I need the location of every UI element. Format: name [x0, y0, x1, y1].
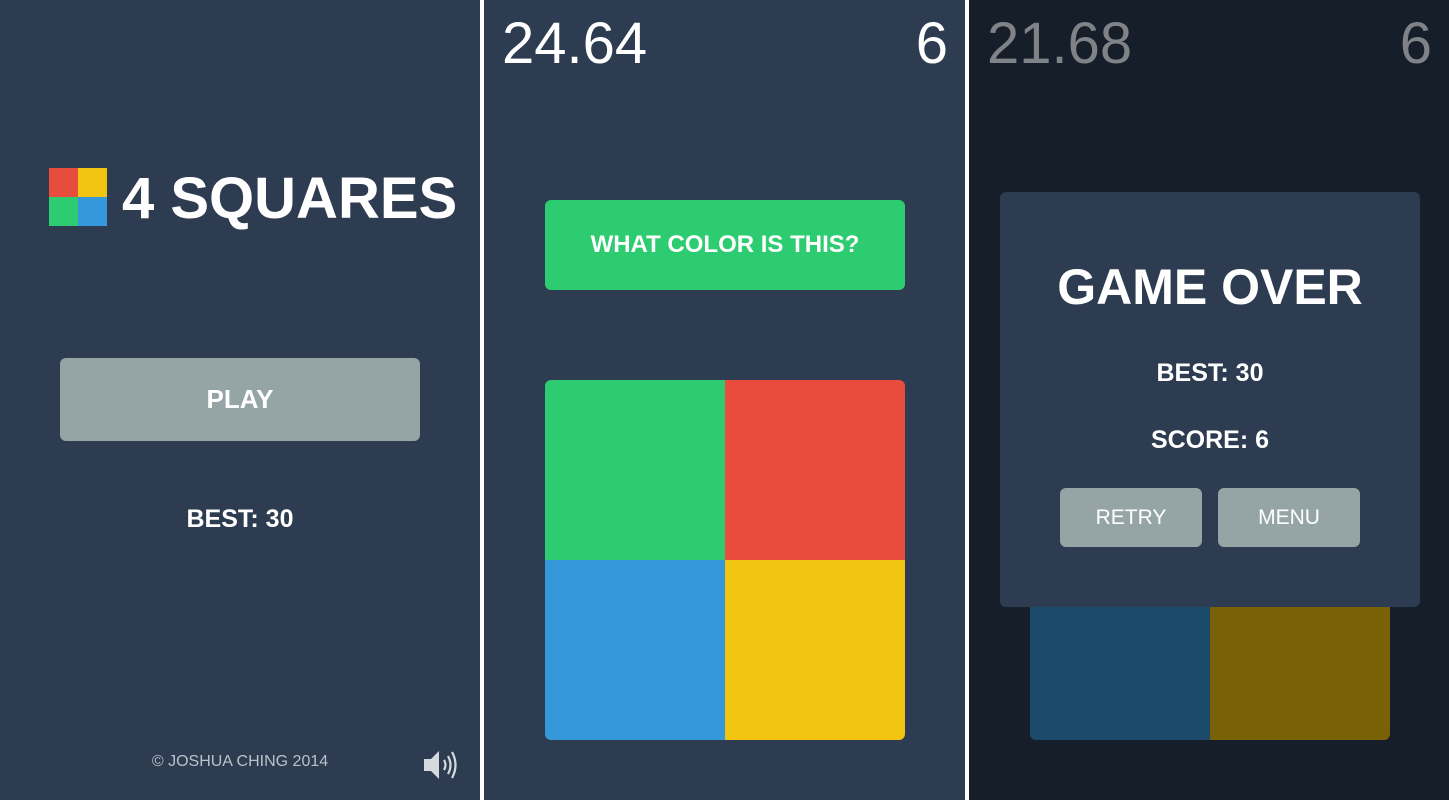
- timer: 24.64: [502, 11, 648, 76]
- copyright-text: © JOSHUA CHING 2014: [151, 753, 329, 770]
- menu-button[interactable]: MENU: [1218, 488, 1360, 547]
- best-score: BEST: 30: [186, 505, 294, 533]
- game-screen: 24.64 6 WHAT COLOR IS THIS?: [484, 0, 965, 800]
- logo-blue-square: [78, 197, 107, 226]
- game-over-screen: 21.68 6 GAME OVER BEST: 30 SCORE: 6 RETR…: [969, 0, 1449, 800]
- speaker-icon[interactable]: [420, 746, 460, 784]
- red-square[interactable]: [725, 380, 905, 560]
- play-button[interactable]: PLAY: [60, 358, 420, 441]
- best-score: BEST: 30: [1156, 359, 1264, 387]
- current-score: 6: [1399, 11, 1432, 76]
- final-score: SCORE: 6: [1150, 426, 1270, 454]
- blue-square[interactable]: [545, 560, 725, 740]
- current-score: 6: [915, 11, 948, 76]
- four-squares-logo-icon: [49, 168, 107, 226]
- yellow-square[interactable]: [725, 560, 905, 740]
- logo-green-square: [49, 197, 78, 226]
- color-grid: [545, 380, 905, 740]
- game-over-title: GAME OVER: [1057, 259, 1363, 315]
- retry-button[interactable]: RETRY: [1060, 488, 1202, 547]
- green-square[interactable]: [545, 380, 725, 560]
- game-over-dialog: GAME OVER BEST: 30 SCORE: 6 RETRY MENU: [1000, 192, 1420, 607]
- timer: 21.68: [987, 11, 1133, 76]
- logo-yellow-square: [78, 168, 107, 197]
- color-prompt: WHAT COLOR IS THIS?: [545, 200, 905, 290]
- menu-screen: 4 SQUARES PLAY BEST: 30 © JOSHUA CHING 2…: [0, 0, 480, 800]
- game-title: 4 SQUARES: [122, 166, 458, 231]
- logo-red-square: [49, 168, 78, 197]
